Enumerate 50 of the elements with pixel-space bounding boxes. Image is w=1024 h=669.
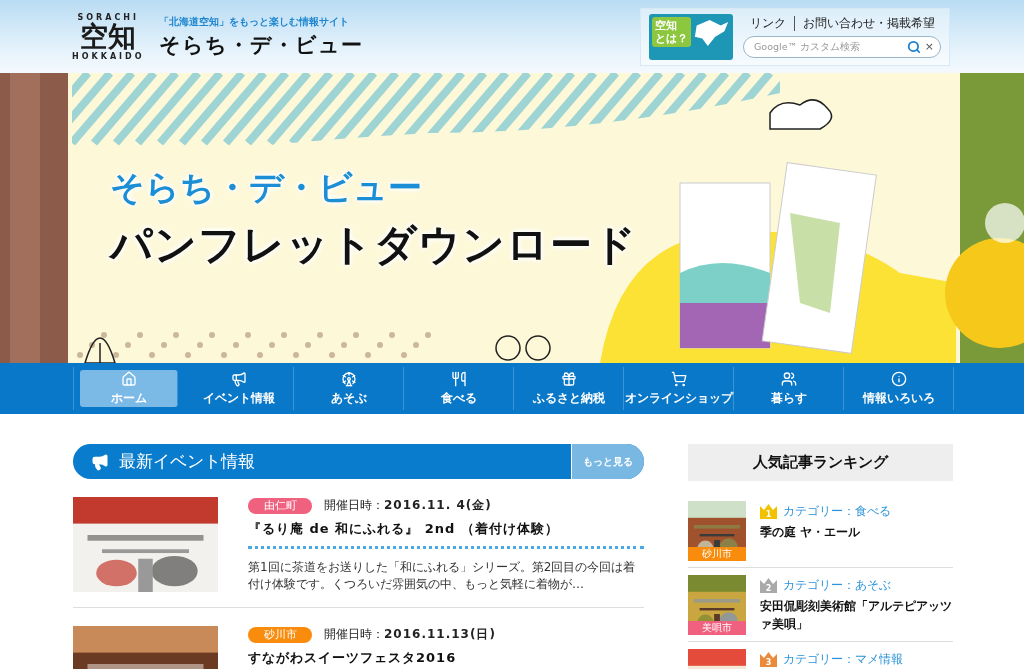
event-title[interactable]: 『るり庵 de 和にふれる』 2nd （着付け体験） (248, 520, 644, 549)
badge-label: 空知 とは？ (652, 16, 691, 47)
ranking-title: 人気記事ランキング (688, 444, 953, 481)
cart-icon (670, 370, 687, 387)
logo-text: HOKKAIDO (72, 51, 145, 61)
people-icon (780, 370, 797, 387)
clear-button[interactable]: × (924, 40, 934, 53)
crown-icon: 3 (760, 652, 777, 667)
site-name: そらち・デ・ビュー (158, 31, 363, 59)
article-title[interactable]: 安田侃彫刻美術館「アルテピアッツァ美唄」 (760, 597, 953, 633)
search-icon[interactable] (906, 39, 921, 54)
megaphone-icon (91, 452, 109, 471)
category-link[interactable]: 2 カテゴリー：あそぶ (760, 577, 953, 594)
category-link[interactable]: 3 カテゴリー：マメ情報 (760, 651, 903, 668)
area-tag: 砂川市 (248, 626, 312, 643)
banner-subtitle: そらち・デ・ビュー (110, 166, 423, 209)
category-link[interactable]: 1 カテゴリー：食べる (760, 503, 891, 520)
link[interactable]: リンク (749, 15, 786, 31)
date-label: 開催日時： (324, 498, 384, 512)
area-label: 美唄市 (688, 621, 746, 635)
event-date: 2016.11.13(日) (384, 627, 496, 641)
banner-title: パンフレットダウンロード (110, 219, 637, 271)
event-summary: 第1回に茶道をお送りした「和にふれる」シリーズ。第2回目の今回は着付け体験です。くつろいだ雰囲気の中、もっと気軽に着物が… (248, 559, 637, 593)
logo-text: 空知 (80, 21, 137, 52)
event-date: 2016.11. 4(金) (384, 498, 492, 512)
area-tag: 由仁町 (248, 497, 312, 514)
area-label: 砂川市 (688, 547, 746, 561)
nav-item[interactable]: 食べる (404, 367, 514, 410)
nav-item[interactable]: イベント情報 (184, 367, 294, 410)
home-icon (120, 370, 137, 387)
tagline: 「北海道空知」をもっと楽しむ情報サイト (158, 14, 350, 29)
contact-link[interactable]: お問い合わせ・掲載希望 (802, 15, 935, 31)
megaphone-icon (230, 370, 247, 387)
date-label: 開催日時： (324, 627, 384, 641)
gift-icon (560, 370, 577, 387)
event-title[interactable]: すながわスイーツフェスタ2016 (248, 649, 644, 669)
nav-item[interactable]: オンラインショップ (624, 367, 734, 410)
search-field[interactable]: Google™ カスタム検索 × (743, 35, 941, 58)
nav-item[interactable]: 暮らす (734, 367, 844, 410)
ferris-wheel-icon (340, 370, 357, 387)
nav-item[interactable]: あそぶ (294, 367, 404, 410)
nav-item[interactable]: 情報いろいろ (844, 367, 954, 410)
utensils-icon (450, 370, 467, 387)
crown-icon: 2 (760, 578, 777, 593)
article-title[interactable]: 季の庭 ヤ・エール (760, 523, 891, 541)
logo-text: SORACHI (77, 12, 139, 22)
info-icon (890, 370, 907, 387)
section-title: 最新イベント情報 (119, 450, 255, 473)
nav-item[interactable]: ふるさと納税 (514, 367, 624, 410)
crown-icon: 1 (760, 504, 777, 519)
